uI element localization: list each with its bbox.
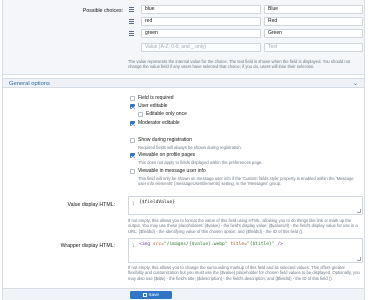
user-editable-label: User editable bbox=[138, 103, 168, 109]
choice-text-input[interactable]: Blue bbox=[264, 5, 363, 14]
viewable-on-profile-checkbox[interactable] bbox=[130, 152, 135, 158]
general-options-title: General options bbox=[9, 80, 50, 87]
general-options-header[interactable]: General options ⌄ bbox=[3, 78, 364, 88]
choice-row: green Green bbox=[128, 29, 363, 38]
choice-text-input[interactable]: Red bbox=[264, 17, 363, 26]
save-label: Save bbox=[148, 292, 159, 297]
wrapper-display-code: <img src="/images/{$value}.webp" title="… bbox=[139, 242, 283, 247]
new-choice-value-input[interactable]: Value (A-Z, 0-9, and _ only) bbox=[141, 43, 261, 52]
editable-only-once-label: Editable only once bbox=[146, 111, 187, 117]
drag-handle-icon[interactable] bbox=[129, 7, 134, 12]
viewable-on-profile-label: Viewable on profile pages bbox=[138, 152, 196, 158]
resize-handle-icon[interactable] bbox=[357, 209, 361, 213]
wrapper-display-help: If not empty, this allows you to change … bbox=[128, 265, 360, 281]
wrapper-display-editor[interactable]: 1 <img src="/images/{$value}.webp" title… bbox=[128, 238, 363, 263]
drag-handle-icon[interactable] bbox=[129, 31, 134, 36]
wrapper-display-label: Wrapper display HTML: bbox=[60, 243, 115, 249]
possible-choices-help: The value represents the internal value … bbox=[128, 59, 351, 70]
possible-choices-label: Possible choices: bbox=[82, 8, 123, 14]
chevron-down-icon[interactable]: ⌄ bbox=[353, 80, 358, 87]
value-display-code: {$fieldValue} bbox=[139, 200, 175, 205]
viewable-in-message-label: Viewable in message user info bbox=[138, 168, 206, 174]
user-editable-checkbox[interactable] bbox=[130, 103, 135, 109]
show-during-registration-help: Required fields will always be shown dur… bbox=[138, 145, 242, 150]
value-display-label: Value display HTML: bbox=[67, 202, 115, 208]
value-display-editor[interactable]: 1 {$fieldValue} bbox=[128, 196, 363, 215]
viewable-in-message-help: This field will only be shown on message… bbox=[138, 176, 354, 187]
save-icon bbox=[143, 293, 147, 297]
moderator-editable-checkbox[interactable] bbox=[130, 120, 135, 126]
field-edit-form: Possible choices: blue Blue red Red gree… bbox=[2, 0, 365, 300]
line-number: 1 bbox=[132, 243, 135, 248]
field-required-checkbox[interactable] bbox=[130, 95, 135, 101]
show-during-registration-checkbox[interactable] bbox=[130, 137, 135, 143]
new-choice-text-input[interactable]: Text bbox=[264, 43, 363, 52]
choice-row: blue Blue bbox=[128, 5, 363, 14]
new-choice-row: Value (A-Z, 0-9, and _ only) Text bbox=[128, 43, 363, 52]
line-number: 1 bbox=[132, 201, 135, 206]
choice-row: red Red bbox=[128, 17, 363, 26]
field-required-label: Field is required bbox=[138, 95, 174, 101]
editable-only-once-checkbox[interactable] bbox=[138, 111, 143, 117]
show-during-registration-label: Show during registration bbox=[138, 137, 192, 143]
resize-handle-icon[interactable] bbox=[357, 257, 361, 261]
possible-choices-section: Possible choices: blue Blue red Red gree… bbox=[3, 0, 364, 75]
form-submit-bar bbox=[3, 288, 364, 300]
viewable-on-profile-help: This does not apply to fields displayed … bbox=[138, 160, 263, 165]
save-button[interactable]: Save bbox=[130, 291, 172, 299]
viewable-in-message-checkbox[interactable] bbox=[130, 168, 135, 174]
moderator-editable-label: Moderator editable bbox=[138, 120, 180, 126]
choice-value-input[interactable]: red bbox=[141, 17, 261, 26]
choice-value-input[interactable]: green bbox=[141, 29, 261, 38]
choice-text-input[interactable]: Green bbox=[264, 29, 363, 38]
drag-handle-icon[interactable] bbox=[129, 19, 134, 24]
value-display-help: If not empty, this allows you to format … bbox=[128, 218, 358, 234]
choice-value-input[interactable]: blue bbox=[141, 5, 261, 14]
